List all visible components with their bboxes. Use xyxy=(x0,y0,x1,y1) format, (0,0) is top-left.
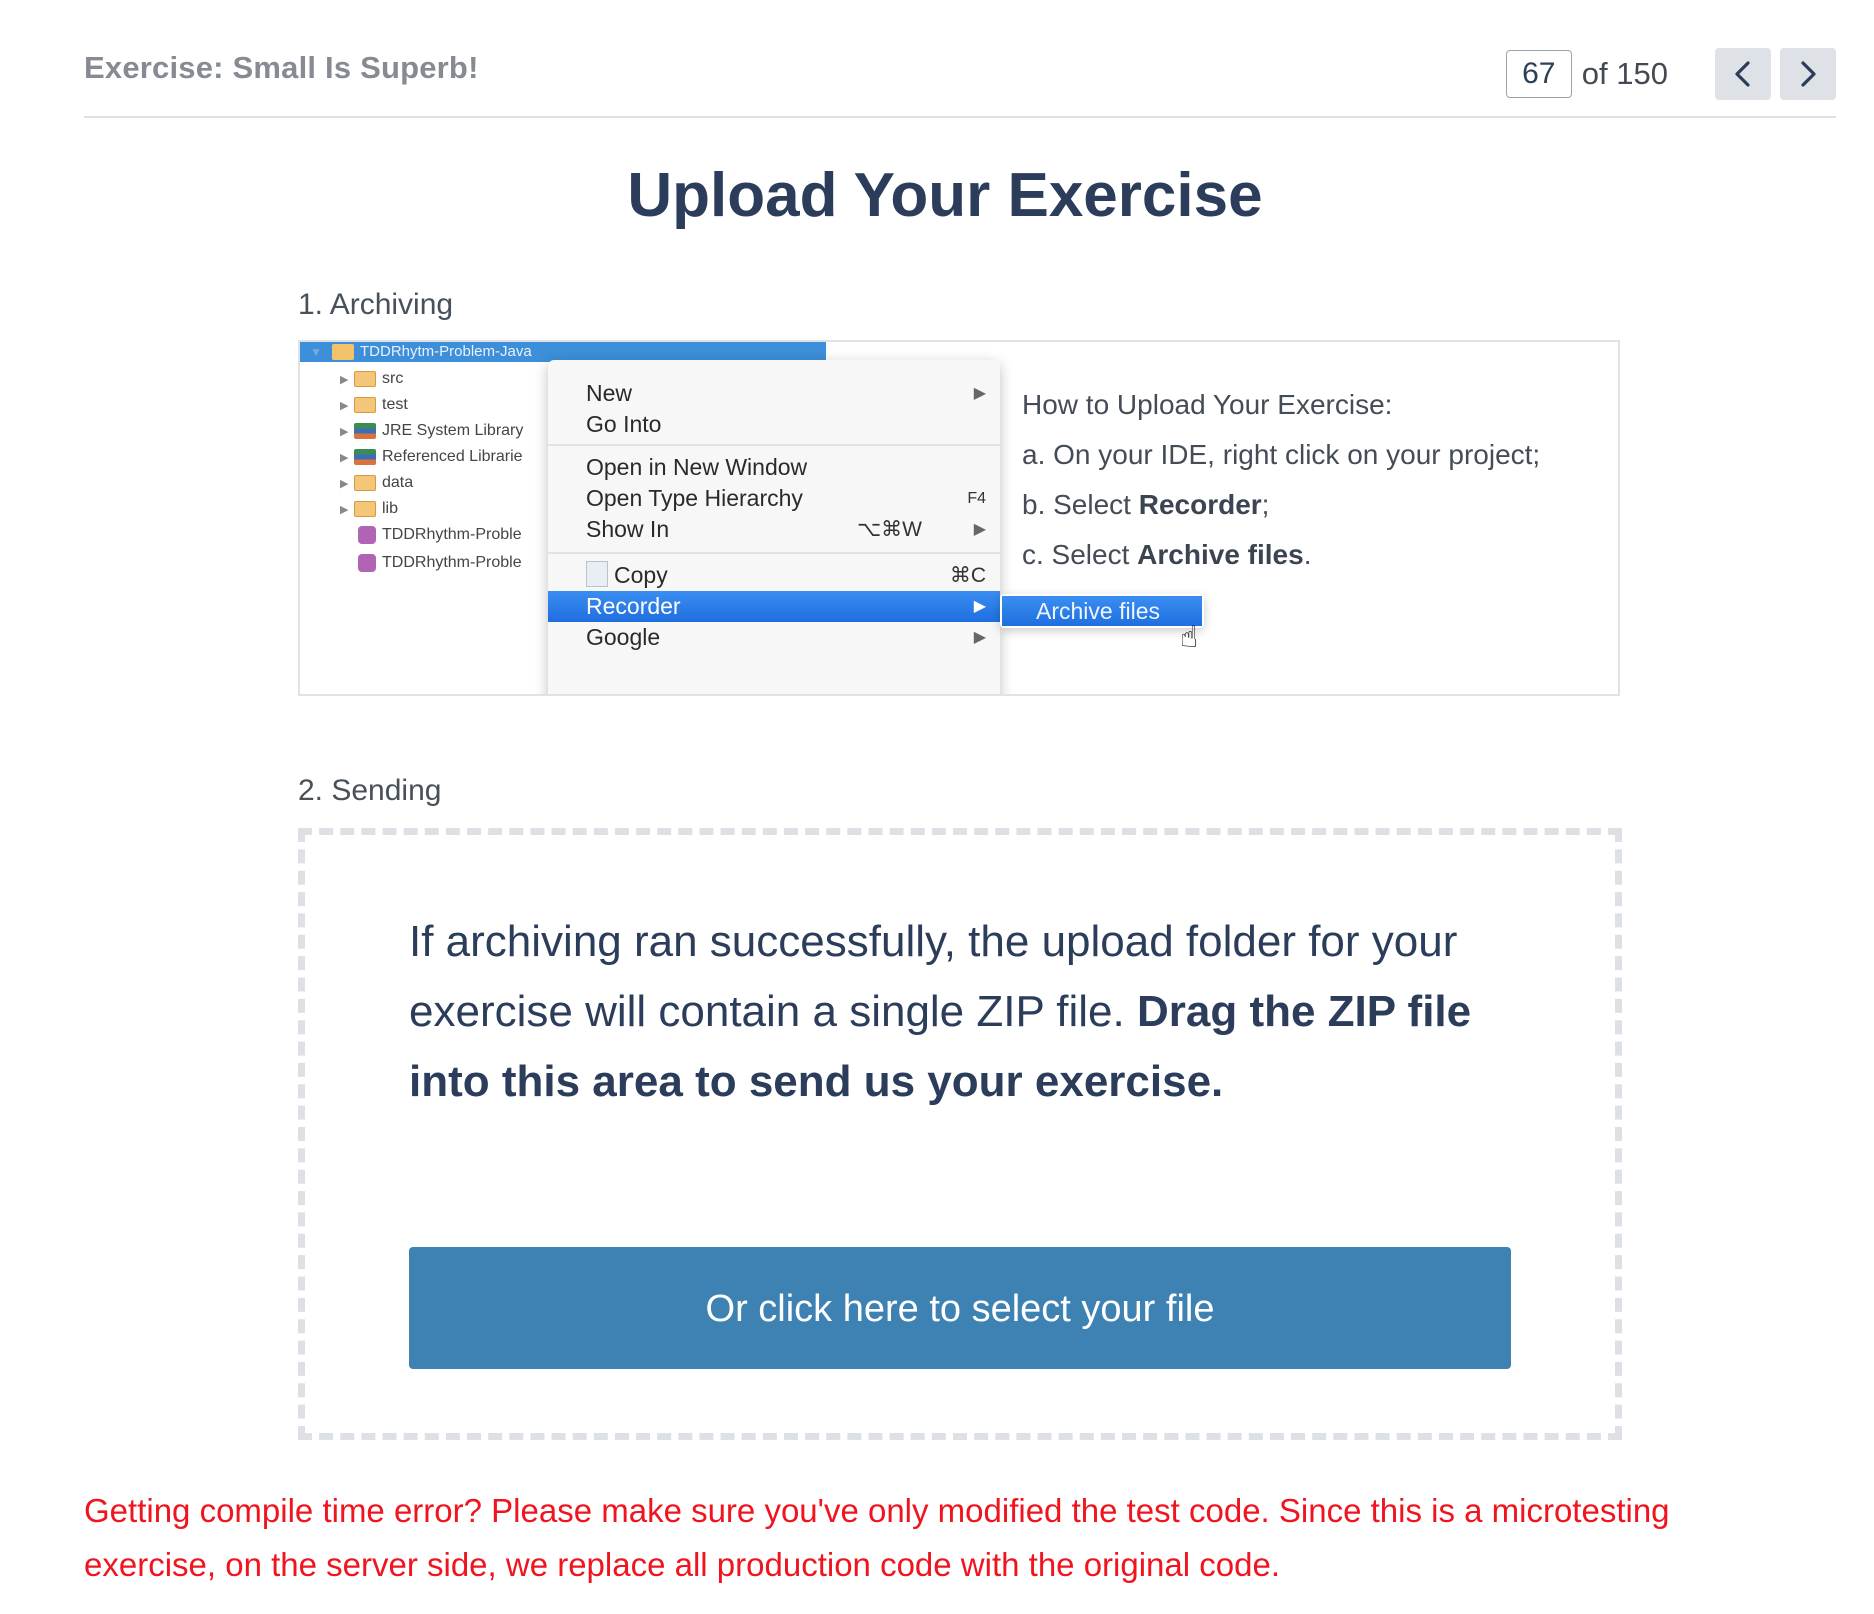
submenu-arrow-icon: ▶ xyxy=(973,629,986,646)
launch-file-icon xyxy=(358,554,376,572)
menu-item-copy: Copy ⌘C xyxy=(548,560,1000,591)
page-title-text: Upload Your Exercise xyxy=(627,161,1263,230)
instruction-text: c. Select xyxy=(1022,539,1138,570)
ide-tree-item: TDDRhythm-Proble xyxy=(340,550,560,576)
submenu-arrow-icon: ▶ xyxy=(973,598,986,615)
tree-item-label: data xyxy=(382,474,414,491)
collapse-arrow-icon: ▶ xyxy=(340,477,349,490)
instruction-emphasis: Recorder xyxy=(1138,489,1262,520)
page-number-input[interactable] xyxy=(1505,50,1572,98)
context-menu: New ▶ Go Into Open in New Window Open Typ… xyxy=(548,360,1000,694)
ide-tree-item: ▶ Referenced Librarie xyxy=(340,444,560,470)
library-icon xyxy=(354,423,376,439)
submenu-arrow-icon: ▶ xyxy=(973,385,986,402)
exercise-header: Exercise: Small Is Superb! of 150 xyxy=(84,40,1836,118)
collapse-arrow-icon: ▶ xyxy=(340,451,349,464)
menu-shortcut: F4 xyxy=(967,490,986,507)
menu-item-recorder: Recorder ▶ xyxy=(548,591,1000,622)
select-file-button[interactable]: Or click here to select your file xyxy=(409,1247,1511,1369)
menu-label: Google xyxy=(586,624,661,650)
instruction-a: a. On your IDE, right click on your proj… xyxy=(1022,439,1541,470)
instruction-emphasis: Archive files xyxy=(1137,539,1304,570)
copy-icon xyxy=(586,561,608,587)
package-folder-icon xyxy=(354,371,376,387)
instruction-b: b. Select Recorder; xyxy=(1022,480,1540,530)
step-sending-label: 2. Sending xyxy=(298,774,442,807)
ide-tree-item: ▶ data xyxy=(340,470,560,496)
drop-instructions: If archiving ran successfully, the uploa… xyxy=(409,907,1509,1117)
submenu-arrow-icon: ▶ xyxy=(973,521,986,538)
menu-label: New xyxy=(586,380,633,406)
chevron-right-icon xyxy=(1801,61,1816,87)
archiving-instructions-image: ▼ TDDRhytm-Problem-Java ▶ src ▶ test ▶ JRE … xyxy=(298,340,1620,696)
ide-tree-item: ▶ src xyxy=(340,366,560,392)
menu-item-show-in: Show In ⌥⌘W ▶ xyxy=(548,514,1000,545)
tree-item-label: lib xyxy=(382,500,399,517)
collapse-arrow-icon: ▶ xyxy=(340,425,349,438)
page-title: Upload Your Exercise xyxy=(0,160,1874,231)
collapse-arrow-icon: ▶ xyxy=(340,399,349,412)
folder-icon xyxy=(354,501,376,517)
launch-file-icon xyxy=(358,526,376,544)
menu-label: Go Into xyxy=(586,411,662,437)
file-drop-zone[interactable]: If archiving ran successfully, the uploa… xyxy=(298,828,1622,1440)
instructions-heading: How to Upload Your Exercise: xyxy=(1022,389,1393,420)
menu-item-open-type-hierarchy: Open Type Hierarchy F4 xyxy=(548,483,1000,514)
menu-label: Show In xyxy=(586,516,670,542)
tree-item-label: src xyxy=(382,370,404,387)
compile-error-warning: Getting compile time error? Please make … xyxy=(84,1492,1670,1583)
project-folder-icon xyxy=(332,344,354,360)
package-folder-icon xyxy=(354,397,376,413)
menu-label: Open in New Window xyxy=(586,454,808,480)
menu-shortcut: ⌥⌘W xyxy=(856,518,922,541)
instruction-text: b. Select xyxy=(1022,489,1139,520)
menu-item-new: New ▶ xyxy=(548,378,1000,409)
chevron-left-icon xyxy=(1735,61,1750,87)
ide-tree-item: ▶ JRE System Library xyxy=(340,418,560,444)
menu-label: Copy xyxy=(614,562,668,588)
menu-label: Open Type Hierarchy xyxy=(586,485,803,511)
instruction-text: . xyxy=(1303,539,1312,570)
pagination: of 150 xyxy=(1505,48,1836,100)
ide-tree-item: ▶ lib xyxy=(340,496,560,522)
page-total: of 150 xyxy=(1581,56,1668,91)
menu-item-open-new-window: Open in New Window xyxy=(548,452,1000,483)
folder-icon xyxy=(354,475,376,491)
instruction-c: c. Select Archive files. xyxy=(1022,530,1540,580)
previous-button[interactable] xyxy=(1715,48,1771,100)
recorder-submenu: Archive files xyxy=(1000,594,1204,628)
ide-tree-item: ▶ test xyxy=(340,392,560,418)
tree-item-label: test xyxy=(382,396,408,413)
ide-tree-item: TDDRhythm-Proble xyxy=(340,522,560,548)
menu-shortcut: ⌘C xyxy=(949,564,986,587)
project-name: TDDRhytm-Problem-Java xyxy=(360,343,532,360)
hand-cursor-icon: ☝ xyxy=(1180,621,1199,654)
exercise-title: Exercise: Small Is Superb! xyxy=(84,50,479,85)
menu-item-go-into: Go Into xyxy=(548,409,1000,440)
tree-item-label: JRE System Library xyxy=(382,422,524,439)
library-icon xyxy=(354,449,376,465)
step-archiving-label: 1. Archiving xyxy=(298,288,454,321)
menu-label: Recorder xyxy=(586,593,681,619)
menu-divider xyxy=(548,552,1000,554)
tree-item-label: TDDRhythm-Proble xyxy=(382,526,522,543)
ide-project-row: ▼ TDDRhytm-Problem-Java xyxy=(300,342,826,362)
menu-item-archive-files: Archive files xyxy=(1002,596,1202,626)
upload-instructions: How to Upload Your Exercise: a. On your … xyxy=(1022,380,1540,580)
tree-item-label: Referenced Librarie xyxy=(382,448,523,465)
menu-item-google: Google ▶ xyxy=(548,622,1000,653)
collapse-arrow-icon: ▶ xyxy=(340,503,349,516)
instruction-text: ; xyxy=(1261,489,1270,520)
tree-item-label: TDDRhythm-Proble xyxy=(382,554,522,571)
expand-arrow-icon: ▼ xyxy=(310,345,322,359)
next-button[interactable] xyxy=(1780,48,1836,100)
collapse-arrow-icon: ▶ xyxy=(340,373,349,386)
menu-divider xyxy=(548,444,1000,446)
